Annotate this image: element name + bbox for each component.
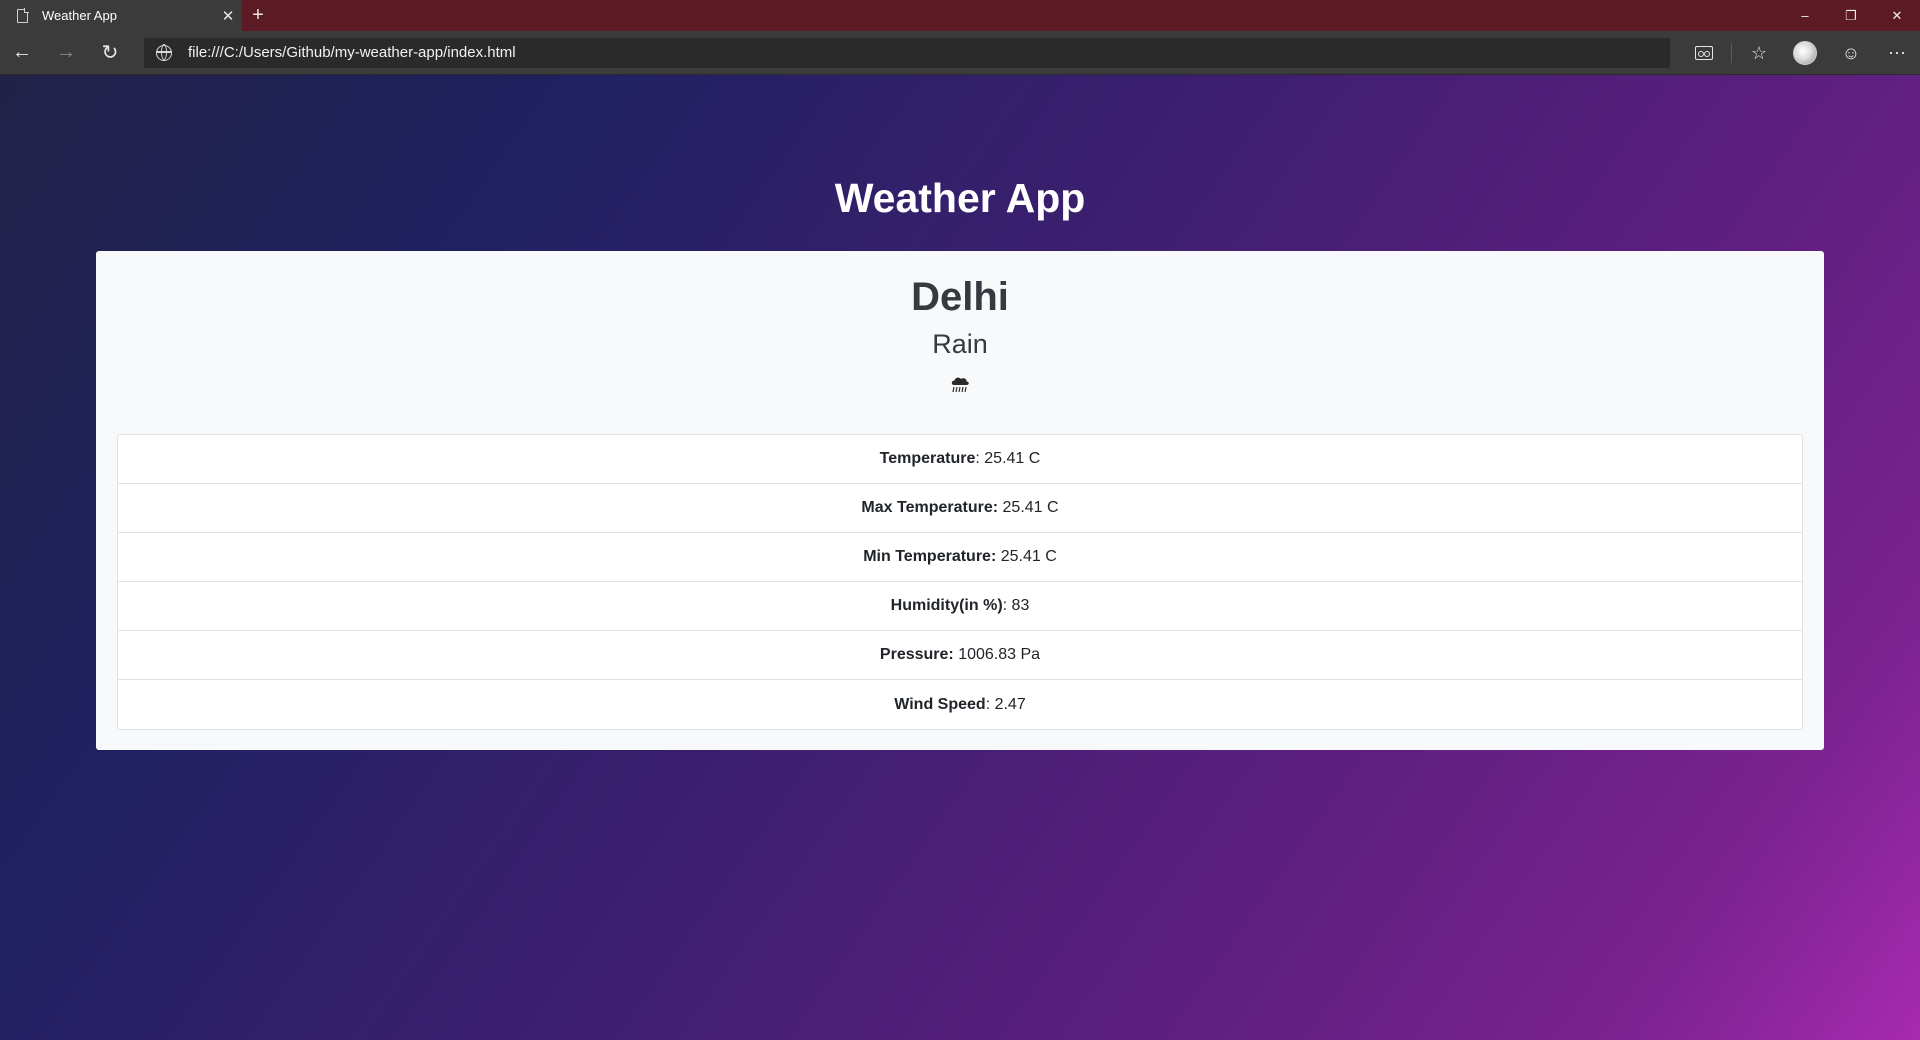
detail-label: Humidity(in %) [890,597,1003,614]
detail-humidity: Humidity(in %): 83 [118,582,1802,631]
new-tab-button[interactable]: + [242,0,274,31]
settings-more-button[interactable]: ⋯ [1874,31,1920,75]
detail-value: 25.41 C [984,450,1041,467]
favorites-icon: ☆ [1750,42,1768,63]
address-bar[interactable]: file:///C:/Users/Github/my-weather-app/i… [144,37,1670,68]
detail-wind-speed: Wind Speed: 2.47 [118,680,1802,729]
page-icon [17,8,29,23]
detail-value: 1006.83 Pa [958,646,1041,663]
favorites-button[interactable]: ☆ [1736,31,1782,75]
rain-cloud-icon [951,377,969,393]
window-controls: – ❐ ✕ [1782,0,1920,31]
globe-icon [156,44,172,61]
detail-separator: : [985,695,995,713]
minimize-button[interactable]: – [1782,0,1828,31]
page-title: Weather App [834,175,1086,221]
detail-value: 2.47 [994,695,1026,713]
profile-button[interactable] [1782,31,1828,75]
detail-max-temperature: Max Temperature: 25.41 C [118,484,1802,533]
close-tab-icon[interactable]: ✕ [214,7,242,25]
detail-min-temperature: Min Temperature: 25.41 C [118,533,1802,582]
weather-card: Delhi Rain Temperature: 25.41 C Max Temp… [96,251,1824,750]
avatar [1793,41,1817,65]
reading-view-icon [1695,46,1713,60]
detail-value: 83 [1011,597,1030,614]
detail-value: 25.41 C [1000,548,1057,565]
detail-label: Pressure: [879,646,954,663]
detail-pressure: Pressure: 1006.83 Pa [118,631,1802,680]
smiley-icon: ☺ [1841,42,1861,63]
more-icon: ⋯ [1888,42,1906,63]
detail-label: Wind Speed [894,695,986,713]
toolbar-actions: ☆ ☺ ⋯ [1681,31,1920,75]
restore-button[interactable]: ❐ [1828,0,1874,31]
weather-details-list: Temperature: 25.41 C Max Temperature: 25… [117,434,1803,730]
toolbar-divider [1731,43,1732,63]
detail-separator: : [1002,597,1012,614]
city-name: Delhi [911,275,1009,319]
browser-tab[interactable]: Weather App ✕ [0,0,242,31]
browser-toolbar: ← → ↻ file:///C:/Users/Github/my-weather… [0,31,1920,75]
feedback-button[interactable]: ☺ [1828,31,1874,75]
tab-title: Weather App [42,8,117,23]
refresh-button[interactable]: ↻ [88,31,132,75]
weather-condition: Rain [932,329,988,359]
detail-temperature: Temperature: 25.41 C [118,435,1802,484]
detail-label: Temperature [879,450,976,467]
detail-separator: : [975,450,985,467]
back-button[interactable]: ← [0,31,44,75]
detail-label: Min Temperature: [863,548,997,565]
reading-view-button[interactable] [1681,31,1727,75]
url-text[interactable]: file:///C:/Users/Github/my-weather-app/i… [188,44,516,61]
browser-tab-strip: Weather App ✕ + – ❐ ✕ [0,0,1920,31]
close-window-button[interactable]: ✕ [1874,0,1920,31]
page-viewport: Weather App Delhi Rain Temperature: 25.4… [0,75,1920,1040]
forward-button[interactable]: → [44,31,88,75]
detail-value: 25.41 C [1002,499,1059,516]
detail-label: Max Temperature: [861,499,999,516]
